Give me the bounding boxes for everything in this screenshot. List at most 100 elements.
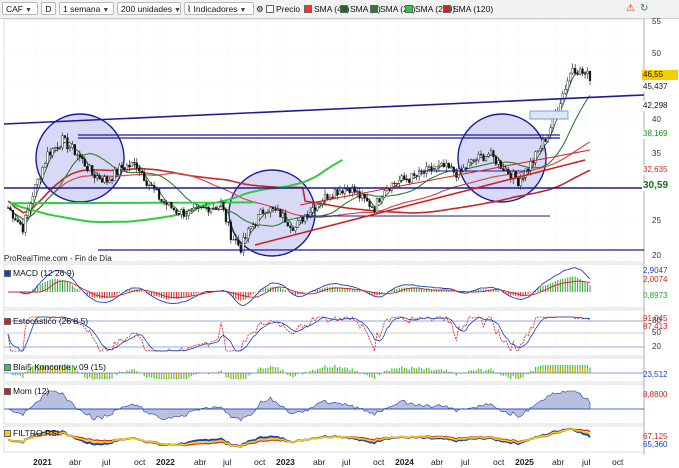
candle-body (29, 203, 32, 211)
candle-body (588, 70, 592, 81)
candle-body (497, 160, 500, 165)
candle-body (247, 228, 250, 239)
chart-canvas (3, 18, 645, 455)
candle-body (26, 209, 29, 216)
candle-body (21, 224, 24, 233)
candle-body (157, 189, 161, 200)
candle-body (219, 202, 223, 207)
candle-body (266, 212, 270, 214)
candle-body (336, 189, 339, 195)
candle-body (254, 224, 257, 226)
stoch-title: Estocástico (26 8 5) (4, 316, 88, 326)
y-tick-label: 50 (652, 49, 661, 58)
candle-body (299, 217, 302, 222)
candle-body (200, 206, 203, 209)
candle-body (291, 227, 294, 231)
candle-body (413, 173, 416, 176)
candle-body (284, 212, 287, 223)
candle-body (78, 154, 81, 157)
candle-body (96, 175, 99, 179)
macd-title: MACD (12 26 9) (4, 268, 74, 278)
candle-body (341, 190, 344, 194)
candle-body (209, 208, 213, 213)
indicator-value-label: 65,360 (643, 440, 668, 449)
candle-body (14, 218, 17, 221)
candle-body (316, 204, 319, 211)
x-tick-label: oct (373, 457, 385, 467)
candle-body (422, 171, 426, 174)
candle-body (321, 201, 324, 204)
x-tick-label: abr (313, 457, 326, 467)
candle-body (522, 177, 525, 179)
candle-body (517, 178, 520, 186)
candle-body (187, 210, 190, 216)
candle-body (487, 153, 490, 157)
candle-body (427, 166, 431, 168)
x-tick-label: oct (612, 457, 624, 467)
candle-body (68, 147, 72, 150)
filtro-legend-swatch (4, 430, 11, 437)
candle-body (81, 156, 84, 159)
filtro-title: FILTRO RSI (4, 428, 59, 438)
candle-body (123, 167, 126, 170)
data-source-label: ProRealTime.com - Fin de Día (4, 254, 112, 263)
candle-body (395, 182, 398, 185)
candle-body (259, 209, 262, 215)
candle-body (415, 175, 418, 177)
candle-body (447, 162, 450, 169)
candle-body (76, 154, 79, 156)
y-tick-label: 20 (652, 251, 661, 260)
y-tick-label: 25 (652, 216, 661, 225)
candle-body (467, 162, 470, 169)
x-tick-label: jul (342, 457, 351, 467)
candle-body (576, 73, 579, 75)
candle-body (105, 176, 109, 183)
candle-body (343, 188, 346, 194)
candle-body (318, 203, 322, 205)
candle-body (484, 156, 488, 162)
candle-body (296, 220, 299, 228)
candle-body (450, 166, 453, 169)
x-tick-label: oct (493, 457, 505, 467)
candle-body (472, 159, 475, 161)
mom-legend-swatch (4, 388, 11, 395)
candle-body (143, 172, 146, 182)
candle-body (51, 148, 54, 156)
candle-body (470, 159, 473, 163)
candle-body (237, 240, 240, 246)
stoch-tick-label: 50 (652, 328, 661, 337)
x-tick-label: 2022 (156, 457, 175, 467)
candle-body (115, 169, 119, 175)
candle-body (435, 166, 438, 170)
candle-body (207, 206, 210, 213)
candle-body (559, 103, 562, 112)
x-tick-label: abr (194, 457, 207, 467)
candle-body (19, 221, 22, 225)
price-level-label: 30,59 (642, 181, 678, 191)
candle-body (244, 237, 247, 239)
candle-body (378, 198, 381, 203)
candle-body (477, 153, 480, 161)
candle-body (108, 179, 111, 183)
candle-body (578, 68, 582, 75)
candle-body (227, 221, 230, 223)
candle-body (465, 167, 468, 169)
candle-body (56, 147, 59, 149)
candle-body (148, 184, 151, 186)
mom-title: Mom (12) (4, 386, 49, 396)
candle-body (9, 207, 12, 211)
stoch-tick-label: 20 (652, 342, 661, 351)
candle-body (98, 175, 101, 180)
candle-body (526, 168, 530, 171)
candle-body (229, 221, 232, 240)
candle-body (118, 165, 121, 175)
candle-body (281, 212, 285, 218)
candle-body (269, 207, 272, 213)
candle-body (125, 164, 128, 170)
candle-body (289, 225, 292, 228)
x-tick-label: jul (461, 457, 470, 467)
candle-body (440, 163, 443, 166)
candle-body (301, 217, 304, 222)
candle-body (276, 208, 280, 211)
candle-body (252, 224, 255, 227)
